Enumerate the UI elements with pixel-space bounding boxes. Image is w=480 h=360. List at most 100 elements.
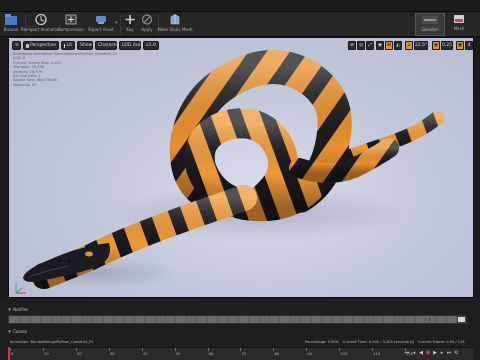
axis-gizmo-icon <box>15 283 26 294</box>
notify-track-number: 1 <box>428 317 431 322</box>
status-current-time: Current Time: 0.000 / 4.300 (second(s)) <box>343 340 415 344</box>
expand-triangle-icon: ▼ <box>8 307 12 312</box>
make-static-mesh-button[interactable]: Make Static Mesh <box>157 13 193 36</box>
compression-icon <box>65 14 77 25</box>
camera-speed-value[interactable]: 4 <box>465 41 473 50</box>
notify-track-cell-divider <box>393 316 395 323</box>
timeline-tick-label: 100 <box>340 351 348 356</box>
reimport-animation-button[interactable]: Reimport Animation <box>21 13 61 36</box>
notify-track-handle[interactable] <box>457 316 466 323</box>
playhead[interactable] <box>8 347 10 360</box>
notify-track-cell-divider <box>383 316 385 323</box>
notify-track-cell-divider <box>445 316 447 323</box>
camera-speed-icon[interactable]: ▣ <box>456 41 464 50</box>
notify-track-cell-divider <box>206 316 208 323</box>
notify-track-cell-divider <box>341 316 343 323</box>
notify-track-cell-divider <box>321 316 322 323</box>
timeline-tick-label: 50 <box>175 351 181 356</box>
translate-icon[interactable]: ⊕ <box>348 41 356 50</box>
viewport-options-button[interactable]: ≡ <box>12 41 21 50</box>
go-to-end-icon[interactable]: ⏭ <box>446 350 452 356</box>
rotation-snap-value[interactable]: 22.5° <box>414 41 428 50</box>
notify-track-cell-divider <box>196 316 198 323</box>
notify-track-cell-divider <box>362 316 364 323</box>
plus-icon <box>125 15 135 24</box>
notifies-header[interactable]: ▼ Notifies <box>8 306 28 314</box>
lod-button[interactable]: LOD Auto <box>119 41 143 50</box>
notify-track-cell-divider <box>217 316 218 323</box>
info-line: Previewing Animation: BandedBengalPython… <box>13 52 118 56</box>
browse-icon <box>5 14 17 25</box>
rotation-snap-icon[interactable]: ⊿ <box>405 41 413 50</box>
left-panel-edge <box>0 37 8 300</box>
rotate-icon[interactable]: ⊘ <box>357 41 365 50</box>
viewport-info-overlay: Previewing Animation: BandedBengalPython… <box>13 52 117 87</box>
notify-track-cell-divider <box>279 316 281 323</box>
notifies-track[interactable] <box>8 315 467 324</box>
play-icon[interactable]: ▶ <box>432 350 438 356</box>
timeline-tick-label: 90 <box>307 351 313 356</box>
curves-header[interactable]: ▼ Curves <box>8 328 27 336</box>
notify-track-cell-divider <box>154 316 156 323</box>
timeline-tick-label: 60 <box>208 351 214 356</box>
perspective-button[interactable]: Perspective <box>23 41 59 50</box>
expand-triangle-icon: ▼ <box>8 329 12 334</box>
export-asset-button[interactable]: Export Asset <box>88 13 114 36</box>
loop-icon[interactable]: ⟲ <box>453 350 459 356</box>
export-dropdown-icon[interactable]: ▾ <box>115 20 118 26</box>
playback-speed-button[interactable]: x1.0 <box>143 41 159 50</box>
notify-track-cell-divider <box>29 316 31 323</box>
notify-track-cell-divider <box>40 316 42 323</box>
compression-button[interactable]: Compression <box>58 13 84 36</box>
mesh-mode-button[interactable]: Mesh <box>447 13 471 36</box>
step-back-icon[interactable]: ◂ <box>411 350 417 356</box>
skeleton-mode-button[interactable]: Skeleton <box>415 13 445 36</box>
notify-track-cell-divider <box>123 316 125 323</box>
reimport-icon <box>35 13 47 26</box>
notify-track-cell-divider <box>373 316 374 323</box>
export-icon <box>96 16 106 24</box>
grid-size-icon[interactable]: ◭ <box>394 41 402 50</box>
timeline-tick-label: 10 <box>43 351 49 356</box>
timeline-tick-label: 20 <box>76 351 82 356</box>
world-space-icon[interactable]: ◉ <box>376 41 384 50</box>
timeline-tick-label: 110 <box>373 351 381 356</box>
grid-snap-icon[interactable]: ⊞ <box>385 41 393 50</box>
notify-track-cell-divider <box>300 316 302 323</box>
show-button[interactable]: Show <box>77 41 93 50</box>
notify-track-cell-divider <box>425 316 426 323</box>
step-forward-icon[interactable]: ▸ <box>439 350 445 356</box>
character-button[interactable]: Character <box>95 41 120 50</box>
viewport[interactable]: ≡ Perspective Lit Show Character LOD Aut… <box>8 37 474 298</box>
timeline-tick-label: 70 <box>241 351 247 356</box>
scale-icon[interactable]: ⤢ <box>366 41 374 50</box>
notify-track-cell-divider <box>102 316 104 323</box>
record-icon[interactable]: ● <box>425 350 431 356</box>
notify-track-cell-divider <box>61 316 62 323</box>
go-to-start-icon[interactable]: ⏮ <box>404 350 410 356</box>
status-animation: Animation: BandedBengalPython_Constrict_… <box>10 340 94 344</box>
notify-track-cell-divider <box>144 316 146 323</box>
timeline-tick-label: 30 <box>109 351 115 356</box>
add-key-button[interactable]: Key <box>122 13 138 36</box>
notify-track-cell-divider <box>19 316 21 323</box>
status-row: Animation: BandedBengalPython_Constrict_… <box>8 339 474 351</box>
lit-icon <box>64 43 66 48</box>
apply-button[interactable]: Apply <box>139 13 155 36</box>
skeleton-icon <box>422 16 438 24</box>
notify-track-cell-divider <box>269 316 270 323</box>
browse-button[interactable]: Browse <box>0 13 22 36</box>
mesh-icon <box>454 15 464 23</box>
apply-icon <box>141 14 153 25</box>
lit-button[interactable]: Lit <box>61 41 75 50</box>
notify-track-cell-divider <box>71 316 73 323</box>
notify-track-cell-divider <box>113 316 114 323</box>
notify-track-cell-divider <box>50 316 52 323</box>
scale-snap-value[interactable]: 0.25 <box>441 41 453 50</box>
toolbar-separator <box>120 15 121 34</box>
right-panel-edge <box>474 37 480 300</box>
notify-track-cell-divider <box>310 316 312 323</box>
notify-track-cell-divider <box>331 316 333 323</box>
play-reverse-icon[interactable]: ◀ <box>418 350 424 356</box>
scale-snap-icon[interactable]: ◉ <box>432 41 440 50</box>
